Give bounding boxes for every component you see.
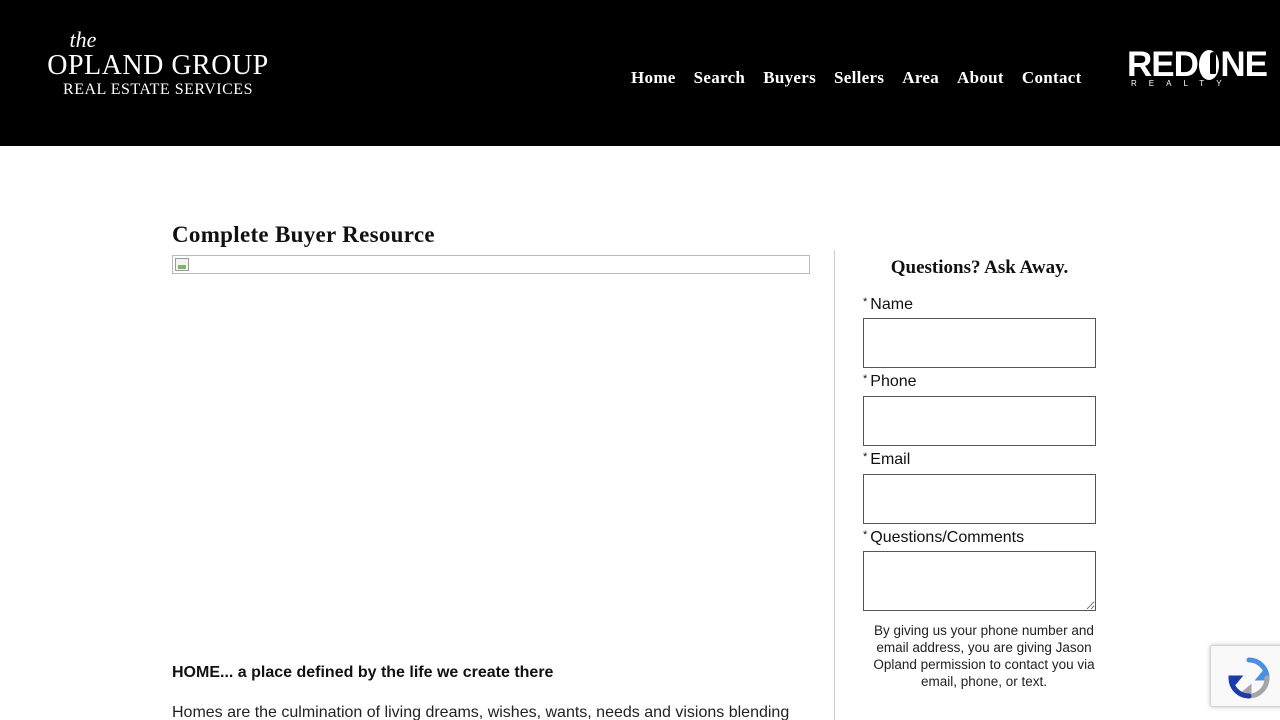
brand-word: RED NE bbox=[1127, 45, 1268, 84]
required-marker: * bbox=[863, 373, 868, 385]
main-nav: Home Search Buyers Sellers Area About Co… bbox=[622, 64, 1091, 92]
phone-input[interactable] bbox=[863, 396, 1096, 446]
page-title: Complete Buyer Resource bbox=[172, 222, 435, 247]
site-header: the OPLAND GROUP REAL ESTATE SERVICES Ho… bbox=[0, 0, 1280, 146]
brand-word-right: NE bbox=[1220, 45, 1268, 84]
opland-group-logo[interactable]: the OPLAND GROUP REAL ESTATE SERVICES bbox=[38, 28, 278, 104]
nav-about[interactable]: About bbox=[948, 64, 1013, 92]
required-marker: * bbox=[863, 529, 868, 541]
nav-search[interactable]: Search bbox=[685, 64, 755, 92]
name-label: * Name bbox=[863, 296, 913, 314]
comments-label-text: Questions/Comments bbox=[870, 529, 1025, 546]
required-marker: * bbox=[863, 296, 868, 308]
column-divider bbox=[834, 250, 835, 720]
logo-the: the bbox=[69, 27, 97, 52]
phone-label-text: Phone bbox=[870, 373, 917, 390]
email-input[interactable] bbox=[863, 474, 1096, 524]
content-paragraph: Homes are the culmination of living drea… bbox=[172, 704, 790, 720]
nav-contact[interactable]: Contact bbox=[1013, 64, 1091, 92]
nav-sellers[interactable]: Sellers bbox=[825, 64, 893, 92]
required-marker: * bbox=[863, 451, 868, 463]
consent-text: By giving us your phone number and email… bbox=[873, 623, 1095, 689]
nav-home[interactable]: Home bbox=[622, 64, 685, 92]
content-heading: HOME... a place defined by the life we c… bbox=[172, 664, 554, 681]
sidebar-title: Questions? Ask Away. bbox=[890, 257, 1069, 278]
broken-image bbox=[172, 255, 810, 274]
nav-area[interactable]: Area bbox=[893, 64, 948, 92]
brand-word-left: RED bbox=[1127, 45, 1199, 84]
comments-textarea[interactable] bbox=[863, 551, 1096, 611]
logo-services: REAL ESTATE SERVICES bbox=[63, 81, 253, 98]
comments-label: * Questions/Comments bbox=[863, 529, 1024, 547]
name-input[interactable] bbox=[863, 318, 1096, 368]
logo-group: OPLAND GROUP bbox=[47, 50, 269, 81]
email-label: * Email bbox=[863, 451, 910, 469]
recaptcha-badge[interactable] bbox=[1210, 645, 1280, 707]
email-label-text: Email bbox=[870, 451, 911, 468]
recaptcha-icon bbox=[1228, 657, 1270, 699]
name-label-text: Name bbox=[870, 296, 913, 313]
phone-label: * Phone bbox=[863, 373, 917, 391]
nav-buyers[interactable]: Buyers bbox=[754, 64, 825, 92]
broken-image-icon bbox=[175, 258, 189, 271]
brand-o-icon bbox=[1198, 50, 1220, 80]
redone-realty-logo[interactable]: RED NE REALTY bbox=[1127, 45, 1268, 88]
